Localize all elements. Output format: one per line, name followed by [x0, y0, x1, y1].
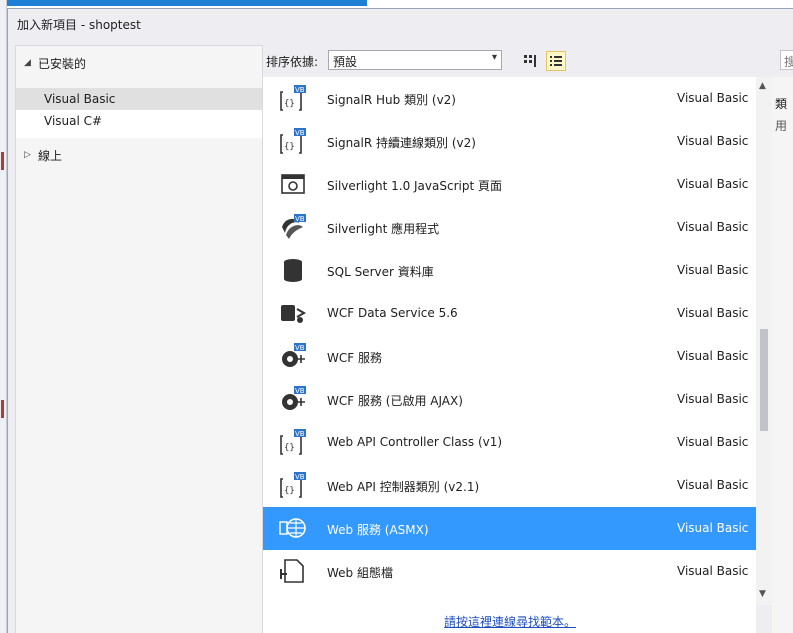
template-language: Visual Basic — [677, 263, 749, 277]
template-language: Visual Basic — [677, 134, 749, 148]
list-view-icon — [550, 56, 562, 66]
find-templates-online-link[interactable]: 請按這裡連線尋找範本。 — [263, 613, 757, 630]
template-language: Visual Basic — [677, 177, 749, 191]
template-name: Web 組態檔 — [327, 566, 393, 580]
template-name: Web API Controller Class (v1) — [327, 435, 503, 449]
template-row[interactable]: {} VB SignalR 持續連線類別 (v2) Visual Basic — [263, 120, 757, 163]
template-name: Silverlight 應用程式 — [327, 222, 440, 236]
svg-text:VB: VB — [295, 86, 305, 94]
category-tree: ◢ 已安裝的 Visual Basic Visual C# ▷ 線上 — [15, 45, 263, 633]
template-list: {} VB SignalR Hub 類別 (v2) Visual Basic{} VB S… — [262, 77, 757, 633]
vb-class-icon: {} VB — [279, 84, 307, 112]
template-language: Visual Basic — [677, 91, 749, 105]
tree-item-visual-basic[interactable]: Visual Basic — [16, 88, 262, 110]
template-name: Web 服務 (ASMX) — [327, 523, 429, 537]
svg-text:VB: VB — [295, 344, 305, 352]
template-language: Visual Basic — [677, 564, 749, 578]
sort-selected-value: 預設 — [333, 55, 358, 69]
search-templates-input[interactable]: 搜 — [780, 50, 793, 70]
template-name: WCF 服務 (已啟用 AJAX) — [327, 394, 463, 408]
template-name: SQL Server 資料庫 — [327, 265, 434, 279]
svg-text:VB: VB — [295, 387, 305, 395]
template-row[interactable]: {} VB Web API 控制器類別 (v2.1) Visual Basic — [263, 464, 757, 507]
template-row[interactable]: Web 組態檔 Visual Basic — [263, 550, 757, 593]
sort-select[interactable]: 預設 ▾ — [328, 50, 502, 70]
tree-node-online[interactable]: ▷ 線上 — [16, 142, 262, 168]
data-service-icon — [279, 299, 307, 327]
add-new-item-dialog: 加入新項目 - shoptest ◢ 已安裝的 Visual Basic Vis… — [7, 8, 793, 633]
scroll-down-icon[interactable]: ▼ — [759, 589, 766, 599]
template-row[interactable]: VB WCF 服務 Visual Basic — [263, 335, 757, 378]
template-language: Visual Basic — [677, 478, 749, 492]
template-name: SignalR Hub 類別 (v2) — [327, 93, 456, 107]
list-scrollbar[interactable]: ▲ ▼ — [756, 77, 772, 605]
wcf-service-icon: VB — [279, 342, 307, 370]
sort-label: 排序依據: — [266, 55, 319, 69]
template-row[interactable]: Silverlight 1.0 JavaScript 頁面 Visual Basi… — [263, 163, 757, 206]
tree-node-installed[interactable]: ◢ 已安裝的 — [16, 50, 262, 76]
dialog-title: 加入新項目 - shoptest — [8, 9, 793, 39]
tree-node-label: 已安裝的 — [38, 56, 87, 71]
template-row[interactable]: {} VB SignalR Hub 類別 (v2) Visual Basic — [263, 77, 757, 120]
scroll-thumb[interactable] — [760, 329, 768, 431]
scroll-up-icon[interactable]: ▲ — [759, 81, 766, 91]
template-row[interactable]: VB WCF 服務 (已啟用 AJAX) Visual Basic — [263, 378, 757, 421]
template-language: Visual Basic — [677, 306, 749, 320]
active-tab-highlight — [7, 0, 367, 6]
template-language: Visual Basic — [677, 392, 749, 406]
wcf-service-icon: VB — [279, 385, 307, 413]
expand-arrow-icon[interactable]: ◢ — [24, 58, 38, 68]
chevron-down-icon[interactable]: ▾ — [492, 52, 497, 63]
vb-class-icon: {} VB — [279, 471, 307, 499]
tree-item-visual-csharp[interactable]: Visual C# — [16, 110, 262, 132]
template-name: SignalR 持續連線類別 (v2) — [327, 136, 476, 150]
svg-text:{}: {} — [284, 443, 295, 453]
details-description: 用 — [775, 119, 788, 133]
svg-text:{}: {} — [284, 142, 295, 152]
svg-text:VB: VB — [295, 215, 305, 223]
svg-text:VB: VB — [295, 473, 305, 481]
vb-class-icon: {} VB — [279, 127, 307, 155]
web-service-icon — [279, 514, 307, 542]
template-row[interactable]: VB Silverlight 應用程式 Visual Basic — [263, 206, 757, 249]
edge-marker — [1, 400, 4, 418]
svg-text:VB: VB — [295, 129, 305, 137]
details-panel: 類 用 — [772, 77, 793, 633]
template-name: Web API 控制器類別 (v2.1) — [327, 480, 480, 494]
list-view-button[interactable] — [546, 51, 566, 71]
config-file-icon — [279, 557, 307, 585]
template-language: Visual Basic — [677, 435, 749, 449]
expand-arrow-icon[interactable]: ▷ — [24, 150, 38, 160]
template-row[interactable]: SQL Server 資料庫 Visual Basic — [263, 249, 757, 292]
vb-class-icon: {} VB — [279, 428, 307, 456]
small-icons-view-button[interactable] — [520, 51, 540, 71]
template-language: Visual Basic — [677, 521, 749, 535]
svg-text:{}: {} — [284, 99, 295, 109]
database-icon — [279, 256, 307, 284]
template-language: Visual Basic — [677, 220, 749, 234]
silverlight-page-icon — [279, 170, 307, 198]
svg-text:VB: VB — [295, 430, 305, 438]
edge-marker — [1, 152, 4, 170]
small-icons-view-icon — [524, 55, 536, 67]
template-name: WCF 服務 — [327, 351, 382, 365]
sort-toolbar: 排序依據: 預設 ▾ 搜 — [262, 47, 793, 75]
top-window-edge — [7, 0, 793, 8]
template-row[interactable]: {} VB Web API Controller Class (v1) Visual … — [263, 421, 757, 464]
template-name: WCF Data Service 5.6 — [327, 306, 458, 320]
template-name: Silverlight 1.0 JavaScript 頁面 — [327, 179, 502, 193]
template-language: Visual Basic — [677, 349, 749, 363]
template-row[interactable]: WCF Data Service 5.6 Visual Basic — [263, 292, 757, 335]
template-row[interactable]: Web 服務 (ASMX) Visual Basic — [263, 507, 757, 550]
details-type-label: 類 — [775, 97, 788, 111]
tree-item-label: Visual C# — [44, 114, 103, 128]
tree-item-label: Visual Basic — [44, 92, 116, 106]
silverlight-app-icon: VB — [279, 213, 307, 241]
svg-text:{}: {} — [284, 486, 295, 496]
left-window-edge — [0, 0, 7, 633]
tree-node-label: 線上 — [38, 148, 63, 163]
